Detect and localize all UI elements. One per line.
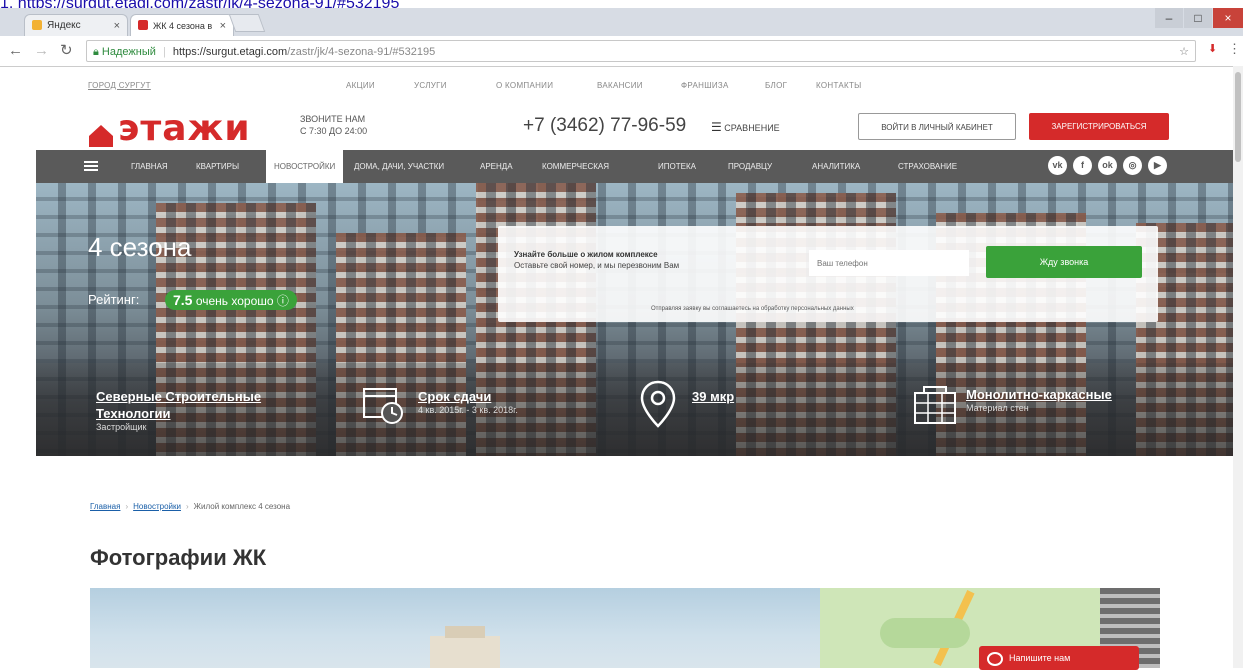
star-icon[interactable]: ☆ — [1179, 41, 1189, 63]
material-label: Материал стен — [966, 403, 1029, 413]
logo-text: этажи — [118, 108, 251, 149]
deadline-title: Срок сдачи — [418, 389, 492, 404]
district-title: 39 мкр — [692, 389, 735, 404]
call-hours: С 7:30 ДО 24:00 — [300, 126, 368, 136]
rating-value: 7.5 — [173, 292, 193, 308]
nav-new-buildings[interactable]: НОВОСТРОЙКИ — [266, 150, 344, 183]
consent-note: Отправляя заявку вы соглашаетесь на обра… — [651, 306, 854, 312]
new-tab-button[interactable] — [228, 14, 266, 32]
rating-badge[interactable]: 7.5 очень хорошо ⓘ — [165, 290, 297, 310]
extension-icon[interactable]: ⬇ — [1208, 42, 1217, 55]
top-link-blog[interactable]: БЛОГ — [765, 81, 787, 90]
compare-label: СРАВНЕНИЕ — [724, 123, 780, 133]
phone-number[interactable]: +7 (3462) 77-96-59 — [523, 115, 686, 137]
nav-home[interactable]: ГЛАВНАЯ — [131, 150, 168, 183]
developer-name-line1: Северные Строительные — [96, 389, 262, 404]
callback-subtitle: Оставьте свой номер, и мы перезвоним Вам — [514, 261, 680, 270]
nav-commercial[interactable]: КОММЕРЧЕСКАЯ — [542, 150, 609, 183]
forward-arrow-icon[interactable]: → — [34, 42, 49, 59]
location-pin-icon — [640, 380, 676, 428]
callback-form: Узнайте больше о жилом комплексе Оставьт… — [498, 226, 1158, 322]
vk-icon[interactable]: vk — [1048, 156, 1067, 175]
url-input[interactable]: 🔒︎ Надежный | https://surgut.etagi.com/z… — [86, 40, 1196, 62]
browser-tab-bar: Яндекс × ЖК 4 сезона в Сургуте × – □ × — [0, 8, 1243, 53]
url-host: https://surgut.etagi.com — [172, 46, 288, 58]
rating-text: очень хорошо — [195, 294, 274, 308]
page-scrollbar[interactable] — [1233, 66, 1243, 668]
nav-houses[interactable]: ДОМА, ДАЧИ, УЧАСТКИ — [354, 150, 444, 183]
chat-bubble-icon — [987, 651, 1003, 666]
breadcrumb-new-buildings[interactable]: Новостройки — [133, 502, 181, 511]
breadcrumb: Главная › Новостройки › Жилой комплекс 4 сез… — [90, 502, 291, 511]
breadcrumb-home[interactable]: Главная — [90, 502, 120, 511]
minimize-icon[interactable]: – — [1155, 8, 1183, 28]
info-icon: ⓘ — [276, 294, 289, 308]
top-link-company[interactable]: О КОМПАНИИ — [496, 81, 553, 90]
register-button[interactable]: ЗАРЕГИСТРИРОВАТЬСЯ — [1029, 113, 1169, 140]
deadline-value: 4 кв. 2015г. - 3 кв. 2018г. — [418, 405, 518, 415]
facebook-icon[interactable]: f — [1073, 156, 1092, 175]
nav-analytics[interactable]: АНАЛИТИКА — [812, 150, 860, 183]
developer-name-line2: Технологии — [96, 406, 171, 421]
secure-label: Надежный — [101, 46, 156, 58]
maximize-icon[interactable]: □ — [1184, 8, 1212, 28]
chat-button[interactable]: Напишите нам — [979, 646, 1139, 670]
odnoklassniki-icon[interactable]: ok — [1098, 156, 1117, 175]
phone-input[interactable] — [809, 250, 969, 276]
lock-icon: 🔒︎ — [93, 46, 99, 58]
call-label: ЗВОНИТЕ НАМ — [300, 114, 366, 124]
close-icon[interactable]: × — [114, 15, 120, 37]
developer-fact[interactable]: Северные Строительные Технологии Застрой… — [96, 388, 261, 432]
calendar-clock-icon — [363, 388, 403, 424]
top-link-services[interactable]: УСЛУГИ — [414, 81, 447, 90]
top-link-vacancies[interactable]: ВАКАНСИИ — [597, 81, 643, 90]
top-link-franchise[interactable]: ФРАНШИЗА — [681, 81, 729, 90]
main-nav: ГЛАВНАЯ КВАРТИРЫ НОВОСТРОЙКИ ДОМА, ДАЧИ,… — [36, 150, 1243, 183]
tab-jk[interactable]: ЖК 4 сезона в Сургуте × — [130, 14, 234, 53]
deadline-fact[interactable]: Срок сдачи 4 кв. 2015г. - 3 кв. 2018г. — [418, 388, 518, 415]
menu-hamburger-icon[interactable] — [84, 161, 98, 163]
compare-link[interactable]: ☰ СРАВНЕНИЕ — [711, 120, 780, 134]
material-title: Монолитно-каркасные — [966, 387, 1112, 402]
youtube-icon[interactable]: ▶ — [1148, 156, 1167, 175]
tab-yandex[interactable]: Яндекс × — [24, 14, 128, 36]
house-logo-icon — [89, 125, 113, 147]
nav-mortgage[interactable]: ИПОТЕКА — [658, 150, 696, 183]
developer-label: Застройщик — [96, 422, 147, 432]
material-fact[interactable]: Монолитно-каркасные Материал стен — [966, 386, 1112, 413]
nav-insurance[interactable]: СТРАХОВАНИЕ — [898, 150, 957, 183]
breadcrumb-current: Жилой комплекс 4 сезона — [193, 502, 291, 511]
reload-icon[interactable]: ↻ — [60, 41, 73, 59]
district-fact[interactable]: 39 мкр — [692, 388, 734, 405]
instagram-icon[interactable]: ◎ — [1123, 156, 1142, 175]
close-icon[interactable]: × — [220, 15, 226, 37]
url-path: /zastr/jk/4-sezona-91/#532195 — [287, 46, 436, 58]
top-link-promos[interactable]: АКЦИИ — [346, 81, 375, 90]
menu-dots-icon[interactable]: ⋮ — [1228, 41, 1241, 57]
nav-seller[interactable]: ПРОДАВЦУ — [728, 150, 772, 183]
nav-rent[interactable]: АРЕНДА — [480, 150, 513, 183]
compare-icon: ☰ — [711, 120, 722, 134]
photo-main[interactable] — [90, 588, 820, 668]
complex-title: 4 сезона — [88, 232, 192, 262]
scrollbar-thumb[interactable] — [1235, 72, 1241, 162]
yandex-favicon-icon — [32, 20, 42, 30]
top-link-contacts[interactable]: КОНТАКТЫ — [816, 81, 862, 90]
building-icon — [914, 386, 956, 424]
city-selector[interactable]: ГОРОД СУРГУТ — [88, 81, 151, 90]
photos-heading: Фотографии ЖК — [90, 545, 267, 570]
close-window-icon[interactable]: × — [1213, 8, 1243, 28]
login-button[interactable]: ВОЙТИ В ЛИЧНЫЙ КАБИНЕТ — [858, 113, 1016, 140]
site-top-links: ГОРОД СУРГУТ АКЦИИ УСЛУГИ О КОМПАНИИ ВАК… — [0, 66, 1243, 108]
call-us-block: ЗВОНИТЕ НАМ С 7:30 ДО 24:00 — [300, 113, 367, 137]
callback-button[interactable]: Жду звонка — [986, 246, 1142, 278]
callback-title: Узнайте больше о жилом комплексе — [514, 250, 658, 259]
etagi-favicon-icon — [138, 20, 148, 30]
chat-label: Напишите нам — [1009, 653, 1071, 663]
back-arrow-icon[interactable]: ← — [8, 42, 23, 59]
nav-apartments[interactable]: КВАРТИРЫ — [196, 150, 239, 183]
rating-label: Рейтинг: — [88, 292, 140, 307]
address-bar: ← → ↻ 🔒︎ Надежный | https://surgut.etagi… — [0, 36, 1243, 67]
tab-label: Яндекс — [47, 20, 81, 31]
